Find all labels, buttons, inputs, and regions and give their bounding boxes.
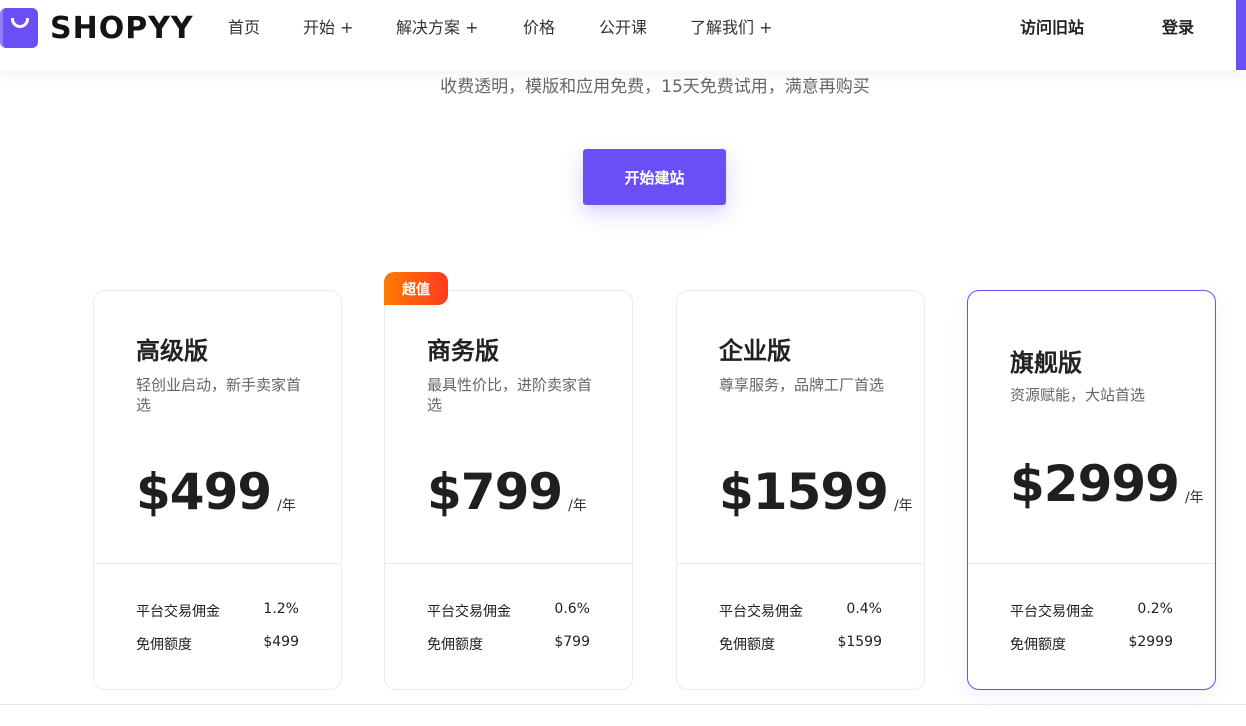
logo-text: SHOPYY [50,10,194,46]
plan-name: 企业版 [719,337,791,365]
section-divider [0,704,1246,705]
plan-name: 旗舰版 [1010,349,1082,377]
shopping-bag-icon [0,8,38,48]
commission-value: 0.2% [1137,601,1173,617]
free-quota-label: 免佣额度 [719,637,775,653]
free-quota-row: 免佣额度 $1599 [719,634,882,654]
divider [385,563,632,564]
price-amount: $499 [136,463,272,521]
login-link[interactable]: 登录 [1162,14,1194,38]
free-quota-row: 免佣额度 $2999 [1010,634,1173,654]
commission-row: 平台交易佣金 1.2% [136,601,299,621]
commission-label: 平台交易佣金 [136,604,220,620]
free-quota-row: 免佣额度 $499 [136,634,299,654]
plan-price: $799 /年 [427,463,587,521]
price-amount: $1599 [719,463,889,521]
free-quota-value: $1599 [837,634,882,650]
nav-item-start[interactable]: 开始 + [303,14,354,38]
commission-label: 平台交易佣金 [719,604,803,620]
plan-card-business[interactable]: 商务版 最具性价比，进阶卖家首选 $799 /年 平台交易佣金 0.6% 免佣额… [384,290,633,690]
price-unit: /年 [1184,490,1204,506]
divider [94,563,341,564]
nav-item-courses[interactable]: 公开课 [599,14,647,38]
plan-description: 尊享服务，品牌工厂首选 [719,376,885,394]
commission-row: 平台交易佣金 0.4% [719,601,882,621]
hero-subtitle: 收费透明，模版和应用免费，15天免费试用，满意再购买 [440,77,870,97]
plan-name: 高级版 [136,337,208,365]
commission-label: 平台交易佣金 [427,604,511,620]
free-quota-value: $499 [263,634,299,650]
plan-price: $2999 /年 [1010,455,1204,513]
top-navigation: SHOPYY 首页 开始 + 解决方案 + 价格 公开课 了解我们 + 访问旧站… [0,0,1246,70]
commission-value: 0.4% [846,601,882,617]
plan-description: 资源赋能，大站首选 [1010,386,1146,404]
commission-value: 0.6% [554,601,590,617]
plan-description: 轻创业启动，新手卖家首选 [136,376,302,414]
price-amount: $799 [427,463,563,521]
price-amount: $2999 [1010,455,1180,513]
nav-item-solutions[interactable]: 解决方案 + [396,14,479,38]
plan-card-enterprise[interactable]: 企业版 尊享服务，品牌工厂首选 $1599 /年 平台交易佣金 0.4% 免佣额… [676,290,925,690]
plan-card-flagship[interactable]: 旗舰版 资源赋能，大站首选 $2999 /年 平台交易佣金 0.2% 免佣额度 … [967,290,1216,690]
plan-name: 商务版 [427,337,499,365]
commission-row: 平台交易佣金 0.6% [427,601,590,621]
logo[interactable]: SHOPYY [0,8,194,48]
free-quota-value: $799 [554,634,590,650]
price-unit: /年 [277,498,296,514]
plan-description: 最具性价比，进阶卖家首选 [427,376,593,414]
free-quota-value: $2999 [1128,634,1173,650]
nav-item-about[interactable]: 了解我们 + [690,14,773,38]
divider [968,563,1215,564]
free-quota-label: 免佣额度 [136,637,192,653]
commission-label: 平台交易佣金 [1010,604,1094,620]
start-building-button[interactable]: 开始建站 [583,149,726,205]
price-unit: /年 [893,498,913,514]
price-unit: /年 [568,498,587,514]
nav-item-pricing[interactable]: 价格 [523,14,555,38]
plan-price: $499 /年 [136,463,296,521]
plan-price: $1599 /年 [719,463,913,521]
commission-row: 平台交易佣金 0.2% [1010,601,1173,621]
nav-item-home[interactable]: 首页 [228,14,260,38]
visit-old-site-link[interactable]: 访问旧站 [1020,14,1084,38]
commission-value: 1.2% [263,601,299,617]
right-accent-bar [1236,0,1246,70]
best-value-badge: 超值 [384,272,448,305]
free-quota-label: 免佣额度 [427,637,483,653]
free-quota-label: 免佣额度 [1010,637,1066,653]
plan-card-advanced[interactable]: 高级版 轻创业启动，新手卖家首选 $499 /年 平台交易佣金 1.2% 免佣额… [93,290,342,690]
free-quota-row: 免佣额度 $799 [427,634,590,654]
divider [677,563,924,564]
